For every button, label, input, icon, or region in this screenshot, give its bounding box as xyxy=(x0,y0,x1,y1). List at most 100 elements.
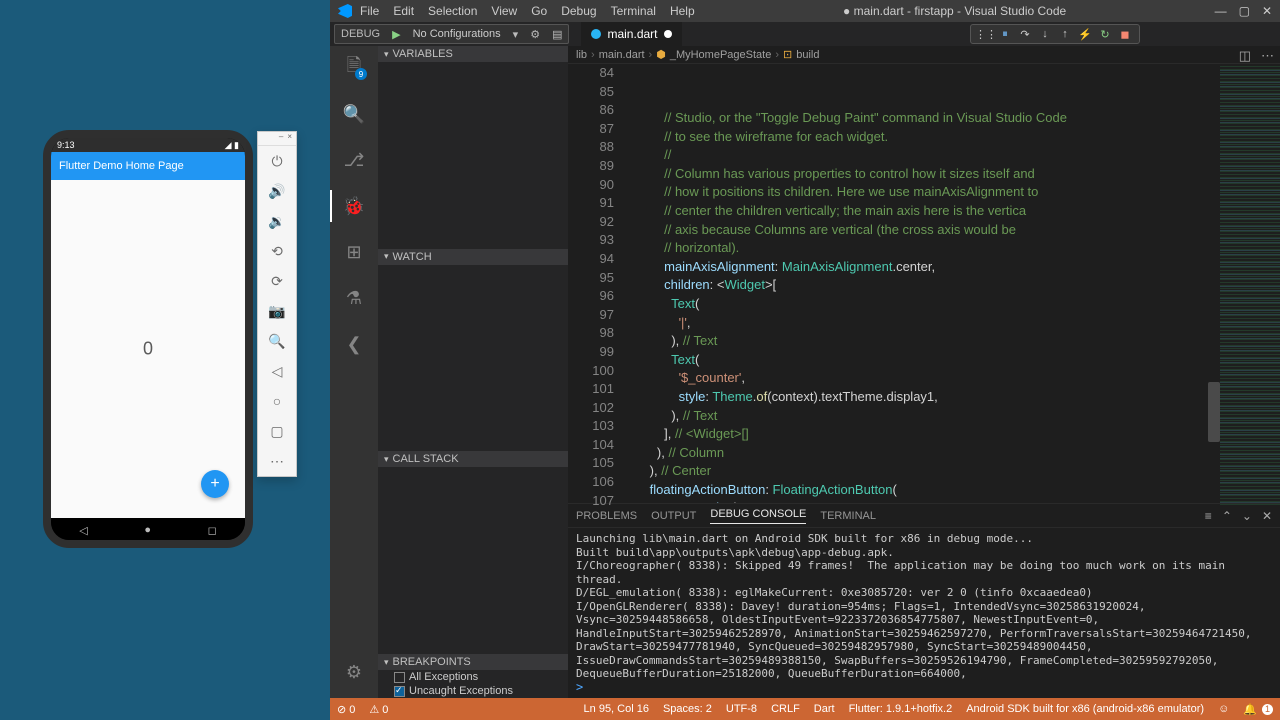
power-icon[interactable]: ⏻ xyxy=(258,146,296,176)
bottom-panel[interactable]: PROBLEMS OUTPUT DEBUG CONSOLE TERMINAL ≡ ⌃ … xyxy=(568,503,1280,698)
status-item[interactable]: ⊘ 0 xyxy=(330,703,362,716)
nav-back-icon[interactable]: ◁ xyxy=(79,524,87,537)
menu-file[interactable]: File xyxy=(360,4,379,18)
more-icon[interactable]: ⋯ xyxy=(258,446,296,476)
config-dropdown-icon[interactable]: ▾ xyxy=(507,28,525,41)
menu-bar[interactable]: File Edit Selection View Go Debug Terminal Help xyxy=(360,4,695,18)
hot-reload-icon[interactable]: ⚡ xyxy=(1075,28,1095,41)
status-item[interactable]: ⚠ 0 xyxy=(362,703,395,716)
menu-help[interactable]: Help xyxy=(670,4,695,18)
breadcrumb[interactable]: lib›main.dart›⬢_MyHomePageState›⊡build xyxy=(568,46,1280,64)
window-controls[interactable]: — ▢ ✕ xyxy=(1215,4,1272,18)
code-content[interactable]: 💡 // Studio, or the "Toggle Debug Paint"… xyxy=(628,64,1220,503)
debug-console-input[interactable]: > xyxy=(568,680,1280,698)
status-item[interactable]: Flutter: 1.9.1+hotfix.2 xyxy=(842,703,960,715)
menu-terminal[interactable]: Terminal xyxy=(611,4,656,18)
gear-icon[interactable]: ⚙ xyxy=(524,28,546,41)
home-icon[interactable]: ○ xyxy=(258,386,296,416)
status-item[interactable]: CRLF xyxy=(764,703,807,715)
breakpoints-header[interactable]: ▾Breakpoints xyxy=(378,654,568,670)
debug-console-output[interactable]: Launching lib\main.dart on Android SDK b… xyxy=(568,528,1280,680)
callstack-header[interactable]: ▾Call Stack xyxy=(378,451,568,467)
activity-bar[interactable]: 🗎9 🔍 ⎇ 🐞 ⊞ ⚗ ❮ ⚙ xyxy=(330,46,378,698)
stop-icon[interactable]: ◼ xyxy=(1115,28,1135,41)
back-icon[interactable]: ◁ xyxy=(258,356,296,386)
status-item[interactable]: Ln 95, Col 16 xyxy=(577,703,656,715)
rotate-right-icon[interactable]: ⟳ xyxy=(258,266,296,296)
uncaught-exceptions-checkbox[interactable]: Uncaught Exceptions xyxy=(378,684,568,698)
split-editor-icon[interactable]: ◫ xyxy=(1239,48,1251,64)
watch-header[interactable]: ▾Watch xyxy=(378,249,568,265)
status-item[interactable]: Dart xyxy=(807,703,842,715)
statusbar[interactable]: ⊘ 0⚠ 0 Ln 95, Col 16Spaces: 2UTF-8CRLFDa… xyxy=(330,698,1280,720)
more-actions-icon[interactable]: ⋯ xyxy=(1261,48,1274,64)
emulator-titlebar[interactable]: –× xyxy=(258,132,296,146)
minimap[interactable] xyxy=(1220,64,1280,503)
explorer-icon[interactable]: 🗎9 xyxy=(330,52,378,84)
step-out-icon[interactable]: ↑ xyxy=(1055,28,1075,40)
console-icon[interactable]: ▤ xyxy=(546,28,568,41)
debug-sidebar[interactable]: ▾Variables ▾Watch ▾Call Stack ▾Breakpoin… xyxy=(378,46,568,698)
panel-close-icon[interactable]: ✕ xyxy=(1262,509,1272,523)
breadcrumb-item[interactable]: lib xyxy=(576,49,587,61)
menu-debug[interactable]: Debug xyxy=(561,4,596,18)
overview-icon[interactable]: ▢ xyxy=(258,416,296,446)
panel-tab-debug-console[interactable]: DEBUG CONSOLE xyxy=(710,508,806,524)
status-item[interactable]: Android SDK built for x86 (android-x86 e… xyxy=(959,703,1211,715)
all-exceptions-checkbox[interactable]: All Exceptions xyxy=(378,670,568,684)
zoom-icon[interactable]: 🔍 xyxy=(258,326,296,356)
editor-actions[interactable]: ◫ ⋯ xyxy=(1239,48,1274,64)
volume-up-icon[interactable]: 🔊 xyxy=(258,176,296,206)
debug-run-controls[interactable]: ⋮⋮ ⏸ ↷ ↓ ↑ ⚡ ↻ ◼ xyxy=(970,24,1140,44)
panel-tab-output[interactable]: OUTPUT xyxy=(651,510,696,522)
start-debug-icon[interactable]: ▶ xyxy=(386,28,406,41)
minimize-icon[interactable]: — xyxy=(1215,4,1227,18)
menu-selection[interactable]: Selection xyxy=(428,4,477,18)
phone-navbar[interactable]: ◁ ● ◻ xyxy=(51,518,245,542)
status-item[interactable]: Spaces: 2 xyxy=(656,703,719,715)
nav-home-icon[interactable]: ● xyxy=(144,524,151,536)
menu-edit[interactable]: Edit xyxy=(393,4,414,18)
volume-down-icon[interactable]: 🔉 xyxy=(258,206,296,236)
panel-controls[interactable]: ≡ ⌃ ⌄ ✕ xyxy=(1205,509,1272,523)
step-over-icon[interactable]: ↷ xyxy=(1015,28,1035,41)
panel-tab-problems[interactable]: PROBLEMS xyxy=(576,510,637,522)
debug-config[interactable]: No Configurations xyxy=(407,28,507,40)
test-icon[interactable]: ⚗ xyxy=(330,282,378,314)
menu-view[interactable]: View xyxy=(491,4,517,18)
extensions-icon[interactable]: ⊞ xyxy=(330,236,378,268)
rotate-left-icon[interactable]: ⟲ xyxy=(258,236,296,266)
debug-config-bar[interactable]: DEBUG ▶ No Configurations ▾ ⚙ ▤ xyxy=(334,24,569,44)
panel-expand-icon[interactable]: ⌄ xyxy=(1242,509,1252,523)
maximize-icon[interactable]: ▢ xyxy=(1239,4,1250,18)
nav-recent-icon[interactable]: ◻ xyxy=(208,524,217,537)
flutter-icon[interactable]: ❮ xyxy=(330,328,378,360)
variables-header[interactable]: ▾Variables xyxy=(378,46,568,62)
step-into-icon[interactable]: ↓ xyxy=(1035,28,1055,40)
menu-go[interactable]: Go xyxy=(531,4,547,18)
scrollbar-thumb[interactable] xyxy=(1208,382,1220,442)
camera-icon[interactable]: 📷 xyxy=(258,296,296,326)
code-pane[interactable]: 8485868788899091929394959697989910010110… xyxy=(568,64,1280,503)
drag-handle-icon[interactable]: ⋮⋮ xyxy=(975,28,995,41)
debug-activity-icon[interactable]: 🐞 xyxy=(330,190,378,222)
notifications-bell[interactable]: 🔔1 xyxy=(1236,698,1280,720)
panel-tab-terminal[interactable]: TERMINAL xyxy=(820,510,876,522)
breadcrumb-item[interactable]: build xyxy=(796,49,819,61)
panel-tabs[interactable]: PROBLEMS OUTPUT DEBUG CONSOLE TERMINAL ≡ ⌃ … xyxy=(568,504,1280,528)
phone-body[interactable]: 0 + xyxy=(51,180,245,518)
panel-collapse-icon[interactable]: ⌃ xyxy=(1222,509,1232,523)
phone-fab-button[interactable]: + xyxy=(201,470,229,498)
tab-main-dart[interactable]: main.dart xyxy=(581,22,682,46)
breadcrumb-item[interactable]: _MyHomePageState xyxy=(670,49,772,61)
pause-icon[interactable]: ⏸ xyxy=(995,28,1015,41)
clear-console-icon[interactable]: ≡ xyxy=(1205,509,1212,523)
restart-icon[interactable]: ↻ xyxy=(1095,28,1115,41)
close-icon[interactable]: ✕ xyxy=(1262,4,1272,18)
feedback-icon[interactable]: ☺ xyxy=(1211,698,1236,720)
search-activity-icon[interactable]: 🔍 xyxy=(330,98,378,130)
settings-gear-icon[interactable]: ⚙ xyxy=(330,656,378,688)
scm-icon[interactable]: ⎇ xyxy=(330,144,378,176)
titlebar[interactable]: File Edit Selection View Go Debug Terminal Help… xyxy=(330,0,1280,22)
breadcrumb-item[interactable]: main.dart xyxy=(599,49,645,61)
